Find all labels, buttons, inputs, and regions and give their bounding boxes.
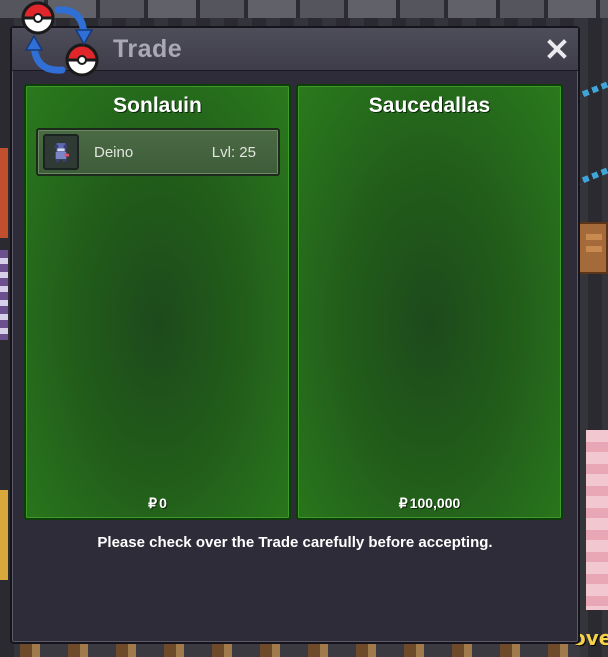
pokemon-name: Deino <box>94 144 134 161</box>
pokemon-slot[interactable]: Deino Lvl: 25 <box>36 128 280 176</box>
close-icon <box>547 39 567 59</box>
right-money-amount: 100,000 <box>409 495 461 511</box>
window-title: Trade <box>113 35 183 63</box>
trade-panels: Sonlauin Deino Lvl: 25 ₽ 0 Saucedallas ₽… <box>24 84 566 520</box>
pokedollar-icon: ₽ <box>148 495 158 511</box>
deino-icon <box>43 134 79 170</box>
background-crate <box>578 222 608 274</box>
pokeball-icon <box>65 43 99 77</box>
right-trade-panel: Saucedallas ₽100,000 <box>296 84 563 520</box>
trade-notice: Please check over the Trade carefully be… <box>97 534 493 551</box>
left-player-name: Sonlauin <box>113 94 202 117</box>
left-money-amount: 0 <box>159 495 167 511</box>
pokedollar-icon: ₽ <box>398 495 408 511</box>
pokemon-level: Lvl: 25 <box>211 144 256 161</box>
trade-window: Trade Sonlauin Deino Lvl: 25 ₽ 0 Sauceda… <box>10 26 580 644</box>
background-pink-tile <box>586 430 608 610</box>
background-left-edge <box>0 490 8 580</box>
pokeball-icon <box>21 1 55 35</box>
trade-swap-icon <box>21 1 99 77</box>
background-left-edge <box>0 250 8 340</box>
left-trade-panel: Sonlauin Deino Lvl: 25 ₽ 0 <box>24 84 291 520</box>
background-left-edge <box>0 148 8 238</box>
left-money: ₽0 <box>26 495 289 512</box>
close-button[interactable] <box>542 34 572 64</box>
right-player-name: Saucedallas <box>368 94 491 117</box>
right-money: ₽100,000 <box>298 495 561 512</box>
